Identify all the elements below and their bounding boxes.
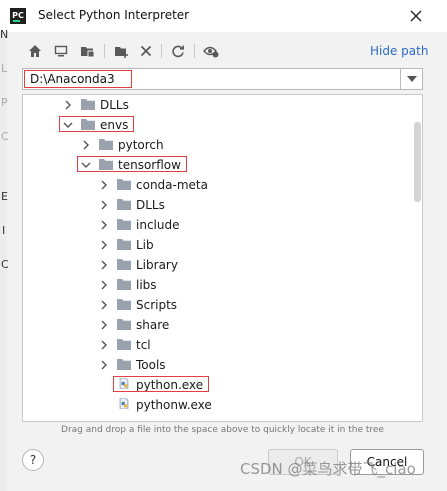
tree-row-pytorch[interactable]: pytorch — [23, 135, 413, 155]
tree-row-label: DLLs — [100, 98, 129, 112]
chevron-right-icon[interactable] — [99, 300, 109, 310]
toolbar-separator — [161, 44, 162, 58]
folder-icon — [117, 279, 131, 290]
chevron-right-icon[interactable] — [63, 100, 73, 110]
highlight-box — [77, 156, 187, 172]
drag-drop-hint: Drag and drop a file into the space abov… — [61, 425, 384, 435]
folder-icon — [117, 299, 131, 310]
parent-fragment: P — [1, 96, 8, 109]
tree-row-label: Lib — [136, 238, 154, 252]
chevron-right-icon[interactable] — [99, 320, 109, 330]
help-button[interactable]: ? — [22, 449, 44, 471]
highlight-box — [113, 376, 209, 392]
folder-icon — [81, 99, 95, 110]
parent-fragment: L — [1, 62, 8, 75]
folder-icon — [117, 259, 131, 270]
refresh-button[interactable] — [167, 40, 189, 62]
tree-row-label: conda-meta — [136, 178, 208, 192]
chevron-right-icon[interactable] — [99, 220, 109, 230]
close-window-button[interactable] — [404, 4, 428, 28]
folder-icon — [117, 359, 131, 370]
project-icon — [81, 47, 94, 58]
tree-row-label: DLLs — [136, 198, 165, 212]
chevron-right-icon[interactable] — [99, 240, 109, 250]
show-hidden-button[interactable] — [200, 40, 222, 62]
toolbar-separator — [104, 44, 105, 58]
folder-icon — [117, 339, 131, 350]
folder-icon — [117, 199, 131, 210]
watermark: CSDN @菜鸟求带飞_ciao — [240, 460, 416, 478]
parent-fragment: I — [2, 224, 6, 237]
path-history-dropdown[interactable] — [401, 68, 423, 90]
folder-icon — [117, 239, 131, 250]
tree-row-label: tcl — [136, 338, 151, 352]
close-icon — [410, 10, 422, 22]
folder-icon — [99, 139, 113, 150]
chevron-right-icon[interactable] — [99, 260, 109, 270]
parent-fragment: N — [0, 28, 9, 41]
chevron-right-icon[interactable] — [81, 140, 91, 150]
file-tree[interactable]: DLLs envs pytorch tensorflow conda-meta DLLs i… — [22, 94, 423, 422]
tree-row-library[interactable]: Library — [23, 255, 413, 275]
new-folder-button[interactable] — [110, 40, 132, 62]
parent-fragment: E — [1, 190, 8, 203]
home-button[interactable] — [24, 40, 46, 62]
toolbar-separator — [194, 44, 195, 58]
tree-row-pythonw-exe[interactable]: pythonw.exe — [23, 395, 413, 415]
hide-path-link[interactable]: Hide path — [370, 44, 428, 58]
desktop-button[interactable] — [50, 40, 72, 62]
chevron-right-icon[interactable] — [99, 200, 109, 210]
new-folder-icon — [114, 47, 128, 58]
tree-row-conda-meta[interactable]: conda-meta — [23, 175, 413, 195]
tree-row-tools[interactable]: Tools — [23, 355, 413, 375]
tree-row-scripts[interactable]: Scripts — [23, 295, 413, 315]
parent-fragment: C — [1, 258, 9, 271]
tree-row-share[interactable]: share — [23, 315, 413, 335]
delete-icon — [140, 45, 152, 57]
highlight-box — [59, 116, 134, 132]
folder-icon — [117, 179, 131, 190]
python-file-icon — [119, 398, 129, 409]
tree-row-label: pytorch — [118, 138, 164, 152]
tree-row-label: include — [136, 218, 180, 232]
chevron-down-icon — [406, 76, 417, 82]
tree-row-python-exe[interactable]: python.exe — [23, 375, 413, 395]
tree-row-label: pythonw.exe — [136, 398, 212, 412]
refresh-icon — [172, 45, 184, 58]
parent-fragment: C — [1, 130, 9, 143]
home-icon — [29, 45, 41, 57]
tree-row-tcl[interactable]: tcl — [23, 335, 413, 355]
tree-row-include[interactable]: include — [23, 215, 413, 235]
chevron-right-icon[interactable] — [99, 280, 109, 290]
tree-row-label: Tools — [136, 358, 166, 372]
path-input[interactable] — [24, 70, 132, 88]
tree-row-label: libs — [136, 278, 157, 292]
show-hidden-icon — [203, 46, 219, 58]
chevron-right-icon[interactable] — [99, 340, 109, 350]
window-title: Select Python Interpreter — [38, 8, 190, 22]
tree-row-dlls[interactable]: DLLs — [23, 95, 413, 115]
folder-icon — [117, 319, 131, 330]
tree-row-lib[interactable]: Lib — [23, 235, 413, 255]
tree-scrollbar[interactable] — [414, 122, 421, 202]
project-button[interactable] — [76, 40, 98, 62]
pycharm-app-icon: PC — [10, 8, 26, 24]
chevron-right-icon[interactable] — [99, 180, 109, 190]
desktop-icon — [54, 45, 68, 57]
tree-row-label: Scripts — [136, 298, 178, 312]
tree-row-label: share — [136, 318, 170, 332]
chevron-right-icon[interactable] — [99, 360, 109, 370]
folder-icon — [117, 219, 131, 230]
delete-button[interactable] — [135, 40, 157, 62]
tree-row-label: Library — [136, 258, 178, 272]
tree-row-libs[interactable]: libs — [23, 275, 413, 295]
tree-row-dlls[interactable]: DLLs — [23, 195, 413, 215]
